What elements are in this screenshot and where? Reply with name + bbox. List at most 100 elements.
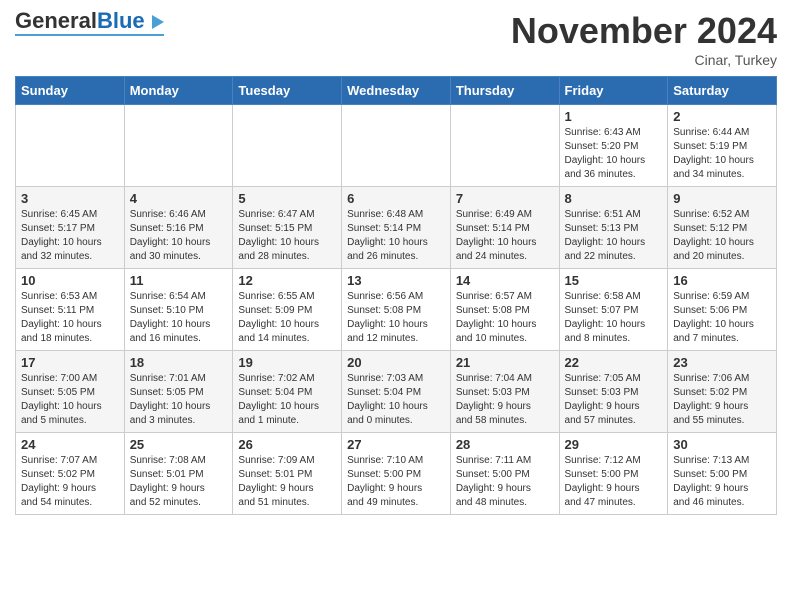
- calendar-cell: 7 Sunrise: 6:49 AM Sunset: 5:14 PM Daylig…: [450, 187, 559, 269]
- day-number: 25: [130, 437, 228, 452]
- day-number: 30: [673, 437, 771, 452]
- day-number: 19: [238, 355, 336, 370]
- day-number: 1: [565, 109, 663, 124]
- col-header-saturday: Saturday: [668, 77, 777, 105]
- calendar-cell: 16Sunrise: 6:59 AM Sunset: 5:06 PM Dayli…: [668, 269, 777, 351]
- header: GeneralBlue November 2024 Cinar, Turkey: [15, 10, 777, 68]
- col-header-wednesday: Wednesday: [342, 77, 451, 105]
- day-number: 9: [673, 191, 771, 206]
- title-area: November 2024 Cinar, Turkey: [511, 10, 777, 68]
- calendar-cell: [16, 105, 125, 187]
- main-title: November 2024: [511, 10, 777, 52]
- calendar-cell: 2Sunrise: 6:44 AM Sunset: 5:19 PM Daylig…: [668, 105, 777, 187]
- day-number: 10: [21, 273, 119, 288]
- subtitle: Cinar, Turkey: [511, 52, 777, 68]
- calendar-cell: 17 Sunrise: 7:00 AM Sunset: 5:05 PM Dayli…: [16, 351, 125, 433]
- logo: GeneralBlue: [15, 10, 164, 36]
- calendar-cell: 20Sunrise: 7:03 AM Sunset: 5:04 PM Dayli…: [342, 351, 451, 433]
- col-header-sunday: Sunday: [16, 77, 125, 105]
- calendar-cell: 18 Sunrise: 7:01 AM Sunset: 5:05 PM Dayli…: [124, 351, 233, 433]
- day-info: Sunrise: 7:07 AM Sunset: 5:02 PM Dayligh…: [21, 454, 119, 510]
- day-number: 13: [347, 273, 445, 288]
- logo-blue: Blue: [97, 8, 145, 33]
- day-info: Sunrise: 7:05 AM Sunset: 5:03 PM Dayligh…: [565, 372, 663, 428]
- day-info: Sunrise: 7:13 AM Sunset: 5:00 PM Dayligh…: [673, 454, 771, 510]
- calendar-cell: 21 Sunrise: 7:04 AM Sunset: 5:03 PM Dayli…: [450, 351, 559, 433]
- day-info: Sunrise: 7:09 AM Sunset: 5:01 PM Dayligh…: [238, 454, 336, 510]
- col-header-tuesday: Tuesday: [233, 77, 342, 105]
- day-info: Sunrise: 6:48 AM Sunset: 5:14 PM Dayligh…: [347, 208, 445, 264]
- day-info: Sunrise: 7:11 AM Sunset: 5:00 PM Dayligh…: [456, 454, 554, 510]
- calendar-cell: 5 Sunrise: 6:47 AM Sunset: 5:15 PM Daylig…: [233, 187, 342, 269]
- calendar-cell: 24 Sunrise: 7:07 AM Sunset: 5:02 PM Dayli…: [16, 433, 125, 515]
- day-info: Sunrise: 7:02 AM Sunset: 5:04 PM Dayligh…: [238, 372, 336, 428]
- week-row-5: 24 Sunrise: 7:07 AM Sunset: 5:02 PM Dayli…: [16, 433, 777, 515]
- day-info: Sunrise: 6:45 AM Sunset: 5:17 PM Dayligh…: [21, 208, 119, 264]
- calendar-cell: 14Sunrise: 6:57 AM Sunset: 5:08 PM Dayli…: [450, 269, 559, 351]
- day-number: 4: [130, 191, 228, 206]
- calendar-cell: 4Sunrise: 6:46 AM Sunset: 5:16 PM Daylig…: [124, 187, 233, 269]
- day-info: Sunrise: 7:00 AM Sunset: 5:05 PM Dayligh…: [21, 372, 119, 428]
- day-info: Sunrise: 6:53 AM Sunset: 5:11 PM Dayligh…: [21, 290, 119, 346]
- day-number: 7: [456, 191, 554, 206]
- calendar-cell: 30 Sunrise: 7:13 AM Sunset: 5:00 PM Dayli…: [668, 433, 777, 515]
- day-info: Sunrise: 6:47 AM Sunset: 5:15 PM Dayligh…: [238, 208, 336, 264]
- day-info: Sunrise: 7:04 AM Sunset: 5:03 PM Dayligh…: [456, 372, 554, 428]
- day-number: 17: [21, 355, 119, 370]
- col-header-monday: Monday: [124, 77, 233, 105]
- day-info: Sunrise: 6:49 AM Sunset: 5:14 PM Dayligh…: [456, 208, 554, 264]
- calendar-cell: 15Sunrise: 6:58 AM Sunset: 5:07 PM Dayli…: [559, 269, 668, 351]
- logo-underline: [15, 34, 164, 36]
- calendar-cell: [233, 105, 342, 187]
- day-number: 11: [130, 273, 228, 288]
- day-number: 2: [673, 109, 771, 124]
- day-number: 15: [565, 273, 663, 288]
- calendar-cell: [124, 105, 233, 187]
- calendar-cell: 25 Sunrise: 7:08 AM Sunset: 5:01 PM Dayli…: [124, 433, 233, 515]
- day-number: 22: [565, 355, 663, 370]
- day-info: Sunrise: 6:43 AM Sunset: 5:20 PM Dayligh…: [565, 126, 663, 182]
- day-info: Sunrise: 7:10 AM Sunset: 5:00 PM Dayligh…: [347, 454, 445, 510]
- calendar-cell: 13 Sunrise: 6:56 AM Sunset: 5:08 PM Dayli…: [342, 269, 451, 351]
- day-info: Sunrise: 6:54 AM Sunset: 5:10 PM Dayligh…: [130, 290, 228, 346]
- day-info: Sunrise: 6:56 AM Sunset: 5:08 PM Dayligh…: [347, 290, 445, 346]
- calendar-cell: 8Sunrise: 6:51 AM Sunset: 5:13 PM Daylig…: [559, 187, 668, 269]
- day-number: 18: [130, 355, 228, 370]
- day-info: Sunrise: 7:01 AM Sunset: 5:05 PM Dayligh…: [130, 372, 228, 428]
- day-number: 27: [347, 437, 445, 452]
- calendar-cell: 6 Sunrise: 6:48 AM Sunset: 5:14 PM Daylig…: [342, 187, 451, 269]
- calendar-cell: [342, 105, 451, 187]
- calendar-cell: 27 Sunrise: 7:10 AM Sunset: 5:00 PM Dayli…: [342, 433, 451, 515]
- week-row-4: 17 Sunrise: 7:00 AM Sunset: 5:05 PM Dayli…: [16, 351, 777, 433]
- day-number: 21: [456, 355, 554, 370]
- day-number: 14: [456, 273, 554, 288]
- page: GeneralBlue November 2024 Cinar, Turkey …: [0, 0, 792, 530]
- col-header-thursday: Thursday: [450, 77, 559, 105]
- calendar-cell: 10 Sunrise: 6:53 AM Sunset: 5:11 PM Dayli…: [16, 269, 125, 351]
- day-number: 12: [238, 273, 336, 288]
- day-number: 6: [347, 191, 445, 206]
- day-number: 26: [238, 437, 336, 452]
- day-number: 23: [673, 355, 771, 370]
- day-number: 24: [21, 437, 119, 452]
- calendar-cell: 29 Sunrise: 7:12 AM Sunset: 5:00 PM Dayli…: [559, 433, 668, 515]
- day-number: 16: [673, 273, 771, 288]
- day-info: Sunrise: 7:03 AM Sunset: 5:04 PM Dayligh…: [347, 372, 445, 428]
- calendar: SundayMondayTuesdayWednesdayThursdayFrid…: [15, 76, 777, 515]
- calendar-cell: 23Sunrise: 7:06 AM Sunset: 5:02 PM Dayli…: [668, 351, 777, 433]
- calendar-cell: 12Sunrise: 6:55 AM Sunset: 5:09 PM Dayli…: [233, 269, 342, 351]
- day-info: Sunrise: 7:12 AM Sunset: 5:00 PM Dayligh…: [565, 454, 663, 510]
- calendar-cell: 22 Sunrise: 7:05 AM Sunset: 5:03 PM Dayli…: [559, 351, 668, 433]
- calendar-cell: 9 Sunrise: 6:52 AM Sunset: 5:12 PM Daylig…: [668, 187, 777, 269]
- day-info: Sunrise: 7:08 AM Sunset: 5:01 PM Dayligh…: [130, 454, 228, 510]
- day-number: 3: [21, 191, 119, 206]
- logo-arrow-icon: [152, 15, 164, 29]
- calendar-cell: 26 Sunrise: 7:09 AM Sunset: 5:01 PM Dayli…: [233, 433, 342, 515]
- day-number: 29: [565, 437, 663, 452]
- calendar-header-row: SundayMondayTuesdayWednesdayThursdayFrid…: [16, 77, 777, 105]
- day-info: Sunrise: 6:52 AM Sunset: 5:12 PM Dayligh…: [673, 208, 771, 264]
- day-info: Sunrise: 6:51 AM Sunset: 5:13 PM Dayligh…: [565, 208, 663, 264]
- week-row-3: 10 Sunrise: 6:53 AM Sunset: 5:11 PM Dayli…: [16, 269, 777, 351]
- calendar-cell: 1 Sunrise: 6:43 AM Sunset: 5:20 PM Daylig…: [559, 105, 668, 187]
- day-number: 5: [238, 191, 336, 206]
